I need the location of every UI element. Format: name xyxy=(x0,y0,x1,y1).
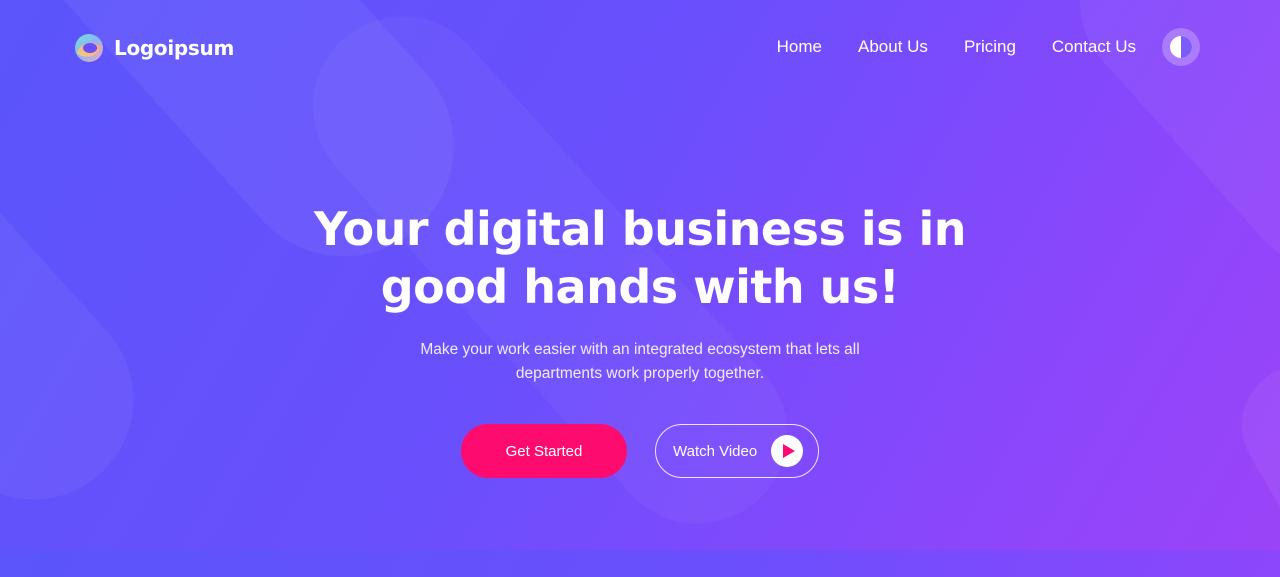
nav-link-pricing[interactable]: Pricing xyxy=(964,37,1016,57)
watch-video-button[interactable]: Watch Video xyxy=(655,424,819,478)
get-started-label: Get Started xyxy=(505,442,583,460)
hero-title: Your digital business is in good hands w… xyxy=(313,202,967,314)
brand-name: Logoipsum xyxy=(114,36,234,60)
main-nav: Home About Us Pricing Contact Us xyxy=(741,28,1200,66)
get-started-button[interactable]: Get Started xyxy=(461,424,627,478)
site-header: Logoipsum Home About Us Pricing Contact … xyxy=(0,0,1280,96)
theme-toggle-button[interactable] xyxy=(1162,28,1200,66)
watch-video-label: Watch Video xyxy=(673,442,758,460)
logo[interactable]: Logoipsum xyxy=(72,33,234,63)
hero-section: Your digital business is in good hands w… xyxy=(0,200,1280,478)
logo-icon xyxy=(72,33,106,63)
play-icon xyxy=(771,435,804,467)
hero-actions: Get Started Watch Video xyxy=(0,424,1280,478)
contrast-icon xyxy=(1170,36,1192,58)
nav-link-about-us[interactable]: About Us xyxy=(858,37,928,57)
nav-link-contact-us[interactable]: Contact Us xyxy=(1052,37,1136,57)
hero-subtitle: Make your work easier with an integrated… xyxy=(420,341,860,382)
nav-link-home[interactable]: Home xyxy=(777,37,822,57)
